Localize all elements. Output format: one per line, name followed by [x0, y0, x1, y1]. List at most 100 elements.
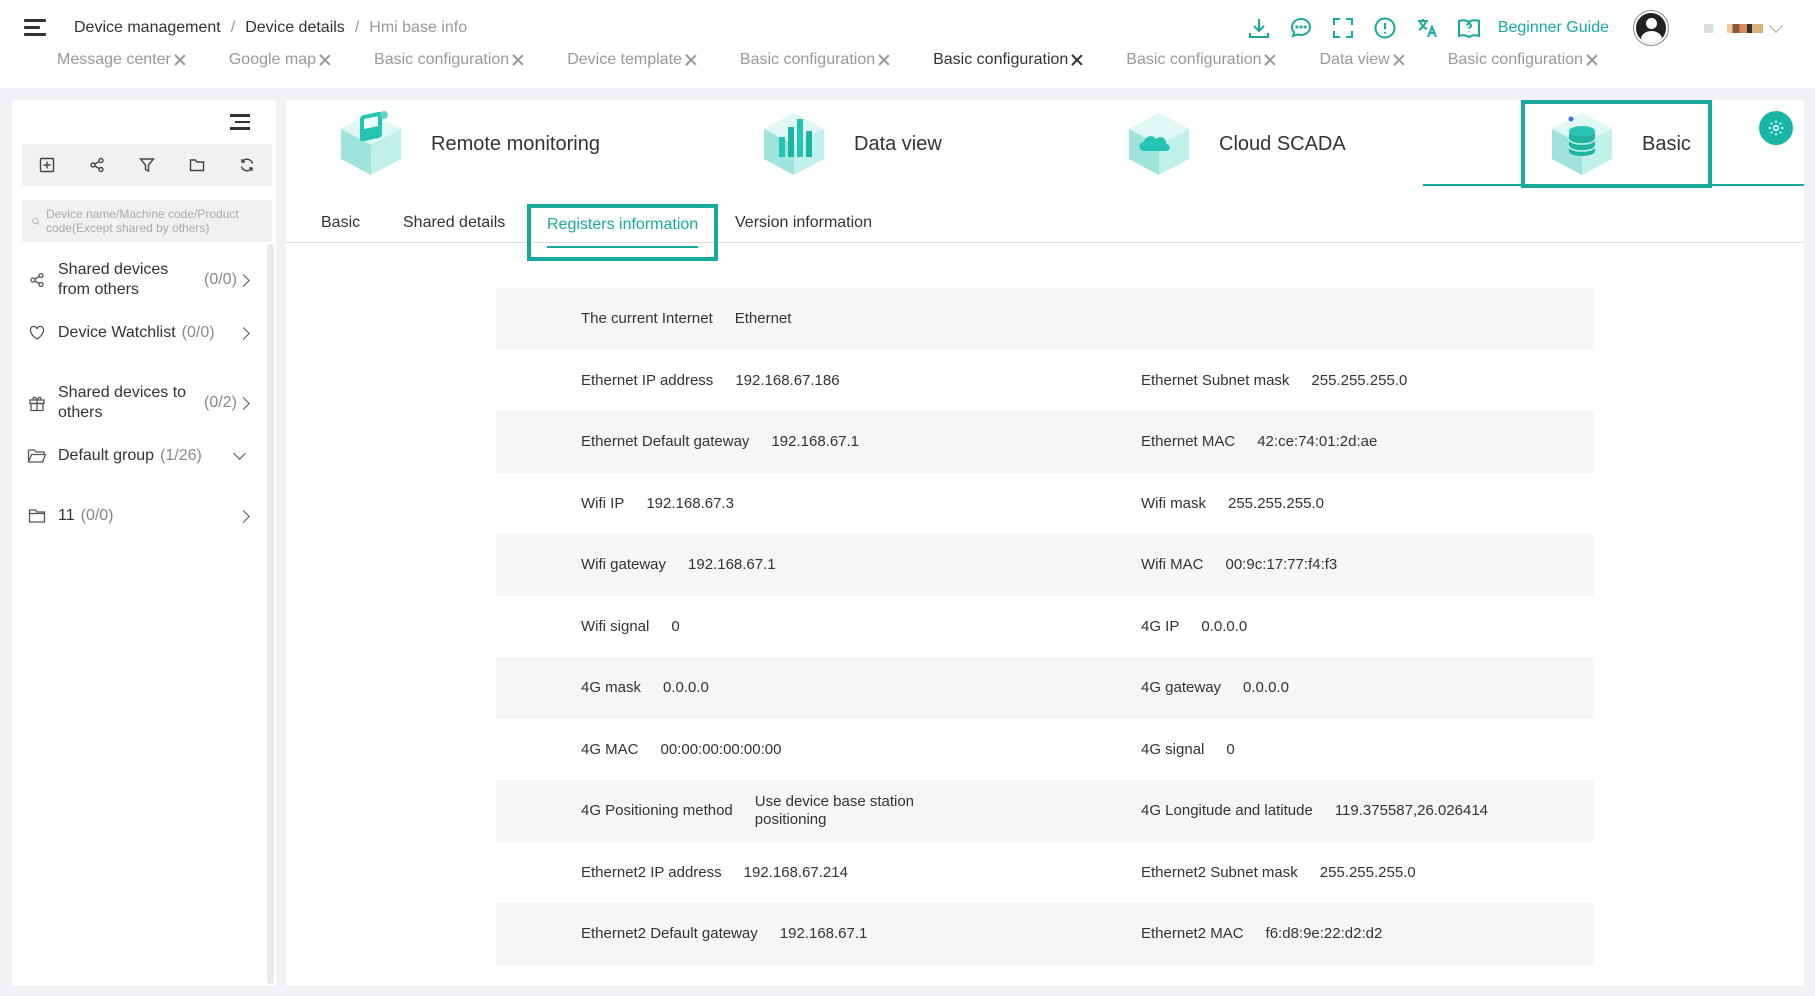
heart-icon [26, 325, 48, 341]
tab-basic-configuration[interactable]: Basic configuration [1448, 51, 1599, 69]
module-data-view[interactable]: Data view [759, 100, 942, 188]
register-key: Ethernet IP address [581, 371, 714, 389]
collapse-sidebar-icon[interactable] [230, 114, 250, 130]
tab-label: Device template [567, 51, 682, 68]
share-icon [26, 272, 48, 288]
register-key: Wifi mask [1141, 494, 1206, 512]
module-remote-monitoring[interactable]: Remote monitoring [336, 100, 600, 188]
settings-gear-button[interactable] [1759, 111, 1793, 145]
sidebar-item-default-group[interactable]: Default group (1/26) [26, 446, 256, 466]
register-key: 4G IP [1141, 617, 1180, 635]
tab-label: Basic configuration [374, 51, 510, 68]
tab-basic-configuration-active[interactable]: Basic configuration [933, 51, 1084, 69]
sidebar-item-shared-from-others[interactable]: Shared devices from others (0/0) [26, 260, 256, 300]
register-value: 192.168.67.1 [688, 556, 776, 574]
table-row: Ethernet2 IP address 192.168.67.214 Ether… [496, 842, 1594, 904]
close-icon[interactable] [511, 53, 525, 67]
avatar[interactable] [1634, 11, 1668, 45]
close-icon[interactable] [684, 53, 698, 67]
close-icon[interactable] [173, 53, 187, 67]
guide-book-icon[interactable] [1456, 15, 1482, 41]
search-icon [32, 217, 40, 225]
tab-message-center[interactable]: Message center [57, 51, 187, 69]
subtab-version-information[interactable]: Version information [735, 202, 872, 243]
module-label: Basic [1642, 132, 1691, 155]
sidebar-item-device-watchlist[interactable]: Device Watchlist (0/0) [26, 323, 256, 343]
close-icon[interactable] [318, 53, 332, 67]
download-icon[interactable] [1246, 15, 1272, 41]
device-search-input[interactable]: Device name/Machine code/Product code(Ex… [22, 200, 272, 242]
module-label: Data view [854, 132, 942, 155]
chevron-right-icon [237, 273, 250, 287]
register-value: 0 [671, 617, 680, 635]
fullscreen-icon[interactable] [1330, 15, 1356, 41]
breadcrumb: Device management / Device details / Hmi… [74, 19, 467, 37]
breadcrumb-device-management[interactable]: Device management [74, 19, 221, 37]
folder-icon[interactable] [185, 153, 209, 177]
tab-google-map[interactable]: Google map [229, 51, 332, 69]
register-value: 0.0.0.0 [1243, 679, 1289, 697]
user-menu[interactable] [1704, 18, 1784, 33]
tab-basic-configuration[interactable]: Basic configuration [1126, 51, 1277, 69]
add-icon[interactable] [35, 153, 59, 177]
tab-basic-configuration[interactable]: Basic configuration [374, 51, 525, 69]
sidebar-item-shared-to-others[interactable]: Shared devices to others (0/2) [26, 383, 256, 423]
tab-label: Basic configuration [739, 51, 876, 68]
subtab-registers-information[interactable]: Registers information [527, 204, 719, 261]
register-value: 119.375587,26.026414 [1334, 802, 1489, 820]
close-icon[interactable] [1263, 53, 1277, 67]
module-cloud-scada[interactable]: Cloud SCADA [1124, 100, 1346, 188]
chevron-right-icon [237, 509, 250, 523]
user-name-blurred [1727, 23, 1763, 33]
chat-icon[interactable] [1288, 15, 1314, 41]
register-value: 00:00:00:00:00:00 [660, 740, 782, 758]
tab-data-view[interactable]: Data view [1319, 51, 1405, 69]
tab-device-template[interactable]: Device template [567, 51, 698, 69]
module-nav: Remote monitoring Data view Cloud SCADA [286, 100, 1804, 188]
sidebar-item-group-11[interactable]: 11 (0/0) [26, 506, 256, 526]
breadcrumb-device-details[interactable]: Device details [245, 19, 345, 37]
gear-icon [1768, 120, 1784, 136]
tab-label: Basic configuration [1126, 51, 1262, 68]
register-value: Ethernet [734, 310, 792, 328]
close-icon[interactable] [877, 53, 891, 67]
register-key: The current Internet [581, 310, 713, 328]
register-key: Ethernet2 IP address [581, 863, 722, 881]
close-icon[interactable] [1070, 53, 1084, 67]
register-value: 0.0.0.0 [1201, 617, 1248, 635]
beginner-guide-link[interactable]: Beginner Guide [1498, 19, 1609, 37]
close-icon[interactable] [1585, 53, 1599, 67]
breadcrumb-separator: / [354, 19, 360, 36]
share-icon[interactable] [85, 153, 109, 177]
chevron-right-icon [237, 326, 250, 340]
subtab-basic[interactable]: Basic [321, 202, 360, 243]
register-value: 00:9c:17:77:f4:f3 [1225, 556, 1338, 574]
close-icon[interactable] [1392, 53, 1406, 67]
refresh-icon[interactable] [235, 153, 259, 177]
tab-basic-configuration[interactable]: Basic configuration [740, 51, 891, 69]
table-row: 4G MAC 00:00:00:00:00:00 4G signal 0 [496, 719, 1594, 781]
register-key: Ethernet MAC [1141, 433, 1236, 451]
translate-icon[interactable] [1414, 15, 1440, 41]
chevron-down-icon [233, 446, 246, 460]
open-tabs: Message center Google map Basic configur… [57, 51, 1641, 69]
info-icon[interactable] [1372, 15, 1398, 41]
sidebar-item-count: (0/0) [80, 507, 114, 524]
sidebar-item-label: Shared devices to others [58, 384, 187, 421]
menu-toggle-icon[interactable] [24, 19, 46, 37]
register-key: Wifi MAC [1141, 556, 1204, 574]
register-value: 0.0.0.0 [663, 679, 709, 697]
header-tools: Beginner Guide [1246, 11, 1815, 45]
register-key: 4G signal [1141, 740, 1205, 758]
register-value: Use device base station positioning [754, 792, 915, 828]
module-basic[interactable]: Basic [1521, 100, 1712, 188]
filter-icon[interactable] [135, 153, 159, 177]
sidebar-item-label: Shared devices from others [58, 261, 169, 298]
subtab-shared-details[interactable]: Shared details [403, 202, 505, 243]
register-key: Ethernet2 Subnet mask [1141, 863, 1298, 881]
sidebar-scrollbar[interactable] [267, 244, 274, 984]
table-row: Wifi signal 0 4G IP 0.0.0.0 [496, 596, 1594, 658]
register-value: f6:d8:9e:22:d2:d2 [1265, 925, 1383, 943]
register-key: 4G mask [581, 679, 642, 697]
registers-table: The current Internet Ethernet Ethernet IP… [496, 288, 1594, 965]
